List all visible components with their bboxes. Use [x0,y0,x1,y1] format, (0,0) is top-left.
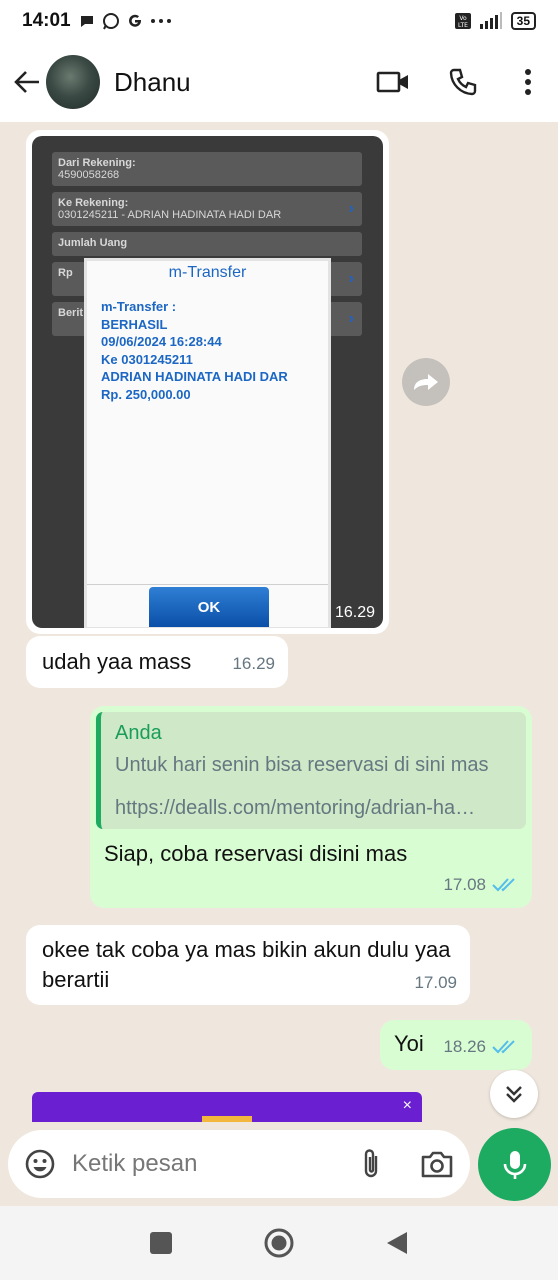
camera-icon [421,1151,453,1178]
message-time: 18.26 [443,1037,486,1056]
close-icon[interactable]: × [403,1097,412,1115]
microphone-icon [503,1150,526,1179]
message-input[interactable]: Ketik pesan [72,1150,338,1178]
divider [87,584,328,585]
volte-icon: VoLTE [454,13,471,29]
dialog-body: m-Transfer : BERHASIL 09/06/2024 16:28:4… [101,299,288,402]
quote-link: https://dealls.com/mentoring/adrian-ha… [115,797,476,819]
notification-icons [79,12,172,30]
status-right: Vo LTE 35 [454,12,536,30]
message-composer: Ketik pesan [8,1130,470,1198]
svg-text:Vo: Vo [459,15,467,22]
amount-row: Jumlah Uang [52,232,362,256]
more-dots-icon [150,19,171,23]
status-time: 14:01 [22,10,71,31]
quote-author: Anda [115,722,162,744]
chat-header: Dhanu [0,42,558,122]
message-text: udah yaa mass [42,649,192,674]
to-account-row: Ke Rekening: 0301245211 - ADRIAN HADINAT… [52,192,362,226]
video-call-button[interactable] [358,52,428,112]
quoted-message[interactable]: Anda Untuk hari senin bisa reservasi di … [96,712,526,829]
google-icon [128,14,141,27]
read-receipt-icon [492,878,515,892]
ad-banner[interactable]: × [32,1092,422,1122]
ok-button: OK [149,587,269,627]
outgoing-message[interactable]: Yoi 18.26 [380,1020,532,1070]
attach-button[interactable] [338,1130,404,1198]
message-time: 16.29 [232,654,275,673]
signal-icon [479,12,502,29]
kebab-menu-icon [525,69,531,95]
arrow-left-icon [14,71,39,93]
more-options-button[interactable] [498,52,558,112]
from-account-row: Dari Rekening: 4590058268 [52,152,362,186]
home-button[interactable] [263,1227,295,1259]
message-time: 17.08 [443,875,486,894]
voice-message-button[interactable] [478,1128,551,1201]
read-receipt-icon [492,1040,515,1054]
banner-image [202,1116,252,1122]
transfer-success-dialog: m-Transfer m-Transfer : BERHASIL 09/06/2… [84,258,331,628]
incoming-message[interactable]: okee tak coba ya mas bikin akun dulu yaa… [26,925,470,1005]
incoming-message[interactable]: udah yaa mass 16.29 [26,636,288,688]
double-chevron-down-icon [506,1086,522,1103]
chat-area[interactable]: Dari Rekening: 4590058268 Ke Rekening: 0… [0,122,558,1122]
emoji-button[interactable] [8,1130,72,1198]
emoji-icon [25,1149,55,1179]
status-bar: 14:01 Vo LTE 35 [0,0,558,42]
svg-text:LTE: LTE [458,22,468,29]
message-text: Yoi [394,1031,424,1056]
phone-icon [449,68,477,96]
battery-icon: 35 [510,12,536,30]
avatar[interactable] [46,55,100,109]
message-time: 17.09 [414,973,457,992]
chevron-right-icon: › [348,270,354,287]
chevron-right-icon: › [348,200,354,217]
paperclip-icon [364,1149,378,1178]
recents-button[interactable] [149,1231,173,1255]
video-camera-icon [376,71,408,93]
forward-button[interactable] [402,358,450,406]
chat-bubble-icon [80,16,93,27]
dialog-title: m-Transfer [168,264,247,281]
voice-call-button[interactable] [428,52,498,112]
contact-name[interactable]: Dhanu [114,67,191,98]
scroll-to-bottom-button[interactable] [490,1070,538,1118]
transfer-screenshot[interactable]: Dari Rekening: 4590058268 Ke Rekening: 0… [32,136,383,628]
chevron-right-icon: › [348,310,354,327]
back-button[interactable] [2,52,52,112]
message-text: okee tak coba ya mas bikin akun dulu yaa… [42,937,451,992]
message-time: 16.29 [334,604,375,621]
outgoing-message[interactable]: Anda Untuk hari senin bisa reservasi di … [90,706,532,908]
forward-arrow-icon [414,374,438,390]
quote-text: Untuk hari senin bisa reservasi di sini … [115,754,489,776]
message-text: Siap, coba reservasi disini mas [104,841,408,866]
back-nav-button[interactable] [385,1230,409,1256]
whatsapp-icon [102,13,119,30]
camera-button[interactable] [404,1130,470,1198]
image-message[interactable]: Dari Rekening: 4590058268 Ke Rekening: 0… [26,130,389,634]
system-nav-bar [0,1206,558,1280]
